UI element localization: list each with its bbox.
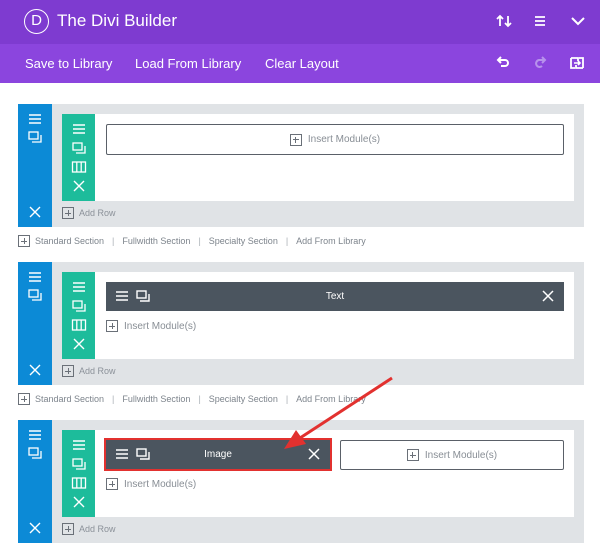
row-clone-icon[interactable] bbox=[71, 299, 87, 313]
row-handle[interactable] bbox=[62, 430, 95, 517]
save-to-library-button[interactable]: Save to Library bbox=[25, 56, 112, 71]
plus-icon bbox=[289, 133, 302, 146]
section-delete-icon[interactable] bbox=[27, 521, 43, 535]
add-section-links: Standard Section | Fullwidth Section | Spe… bbox=[18, 393, 366, 405]
section-handle[interactable] bbox=[18, 420, 52, 543]
row-clone-icon[interactable] bbox=[71, 457, 87, 471]
insert-module-button[interactable]: Insert Module(s) bbox=[106, 478, 196, 490]
plus-icon bbox=[18, 235, 30, 247]
standard-section-link[interactable]: Standard Section bbox=[35, 236, 104, 246]
module-delete-icon[interactable] bbox=[540, 289, 556, 303]
insert-module-button[interactable]: Insert Module(s) bbox=[106, 320, 196, 332]
sort-arrows-icon[interactable] bbox=[494, 11, 514, 31]
row-clone-icon[interactable] bbox=[71, 141, 87, 155]
add-row-label: Add Row bbox=[79, 208, 116, 218]
add-from-library-link[interactable]: Add From Library bbox=[296, 236, 366, 246]
section-clone-icon[interactable] bbox=[27, 130, 43, 144]
fullwidth-section-link[interactable]: Fullwidth Section bbox=[122, 236, 190, 246]
section-handle[interactable] bbox=[18, 104, 52, 227]
insert-module-label: Insert Module(s) bbox=[124, 320, 197, 332]
specialty-section-link[interactable]: Specialty Section bbox=[209, 394, 278, 404]
specialty-section-link[interactable]: Specialty Section bbox=[209, 236, 278, 246]
module-label: Image bbox=[204, 449, 232, 460]
app-title: The Divi Builder bbox=[57, 11, 177, 30]
clear-layout-button[interactable]: Clear Layout bbox=[265, 56, 339, 71]
standard-section-link[interactable]: Standard Section bbox=[35, 394, 104, 404]
section-menu-icon[interactable] bbox=[27, 428, 43, 442]
portability-icon[interactable] bbox=[568, 54, 586, 72]
section: Image Insert Module(s) Insert Module(s) … bbox=[18, 420, 584, 543]
add-row-button[interactable]: Add Row bbox=[62, 523, 116, 535]
module-delete-icon[interactable] bbox=[306, 447, 322, 461]
row: Image Insert Module(s) Insert Module(s) bbox=[62, 430, 574, 517]
undo-icon[interactable] bbox=[494, 54, 512, 72]
chevron-down-icon[interactable] bbox=[568, 11, 588, 31]
plus-icon bbox=[406, 449, 419, 461]
row-columns-icon[interactable] bbox=[71, 318, 87, 332]
section-delete-icon[interactable] bbox=[27, 363, 43, 377]
divi-logo: D bbox=[24, 9, 49, 34]
section-menu-icon[interactable] bbox=[27, 112, 43, 126]
section-handle[interactable] bbox=[18, 262, 52, 385]
image-module[interactable]: Image bbox=[104, 438, 332, 471]
section-clone-icon[interactable] bbox=[27, 288, 43, 302]
plus-icon bbox=[62, 365, 74, 377]
fullwidth-section-link[interactable]: Fullwidth Section bbox=[122, 394, 190, 404]
menu-icon[interactable] bbox=[530, 11, 550, 31]
row-delete-icon[interactable] bbox=[71, 337, 87, 351]
section-delete-icon[interactable] bbox=[27, 205, 43, 219]
insert-module-label: Insert Module(s) bbox=[124, 478, 197, 490]
row-menu-icon[interactable] bbox=[71, 122, 87, 136]
redo-icon[interactable] bbox=[531, 54, 549, 72]
builder-toolbar: Save to Library Load From Library Clear … bbox=[0, 44, 600, 83]
text-module[interactable]: Text bbox=[106, 282, 564, 311]
row-menu-icon[interactable] bbox=[71, 438, 87, 452]
row-menu-icon[interactable] bbox=[71, 280, 87, 294]
section: Text Insert Module(s) Add Row bbox=[18, 262, 584, 385]
plus-icon bbox=[106, 320, 118, 332]
module-label: Text bbox=[325, 291, 345, 302]
insert-module-button[interactable]: Insert Module(s) bbox=[106, 124, 564, 155]
row-handle[interactable] bbox=[62, 114, 95, 201]
row-columns-icon[interactable] bbox=[71, 476, 87, 490]
row-delete-icon[interactable] bbox=[71, 179, 87, 193]
row-columns-icon[interactable] bbox=[71, 160, 87, 174]
add-section-links: Standard Section | Fullwidth Section | Spe… bbox=[18, 235, 366, 247]
plus-icon bbox=[62, 523, 74, 535]
add-row-button[interactable]: Add Row bbox=[62, 365, 116, 377]
add-row-button[interactable]: Add Row bbox=[62, 207, 116, 219]
row-handle[interactable] bbox=[62, 272, 95, 359]
row: Text Insert Module(s) bbox=[62, 272, 574, 359]
insert-module-button-column-2[interactable]: Insert Module(s) bbox=[340, 440, 564, 470]
add-from-library-link[interactable]: Add From Library bbox=[296, 394, 366, 404]
add-row-label: Add Row bbox=[79, 524, 116, 534]
row-delete-icon[interactable] bbox=[71, 495, 87, 509]
plus-icon bbox=[62, 207, 74, 219]
builder-header: D The Divi Builder bbox=[0, 0, 600, 44]
plus-icon bbox=[18, 393, 30, 405]
section: Insert Module(s) Add Row bbox=[18, 104, 584, 227]
load-from-library-button[interactable]: Load From Library bbox=[135, 56, 241, 71]
section-menu-icon[interactable] bbox=[27, 270, 43, 284]
add-row-label: Add Row bbox=[79, 366, 116, 376]
row: Insert Module(s) bbox=[62, 114, 574, 201]
plus-icon bbox=[106, 478, 118, 490]
insert-module-label: Insert Module(s) bbox=[307, 134, 381, 145]
insert-module-label: Insert Module(s) bbox=[424, 449, 498, 461]
section-clone-icon[interactable] bbox=[27, 446, 43, 460]
